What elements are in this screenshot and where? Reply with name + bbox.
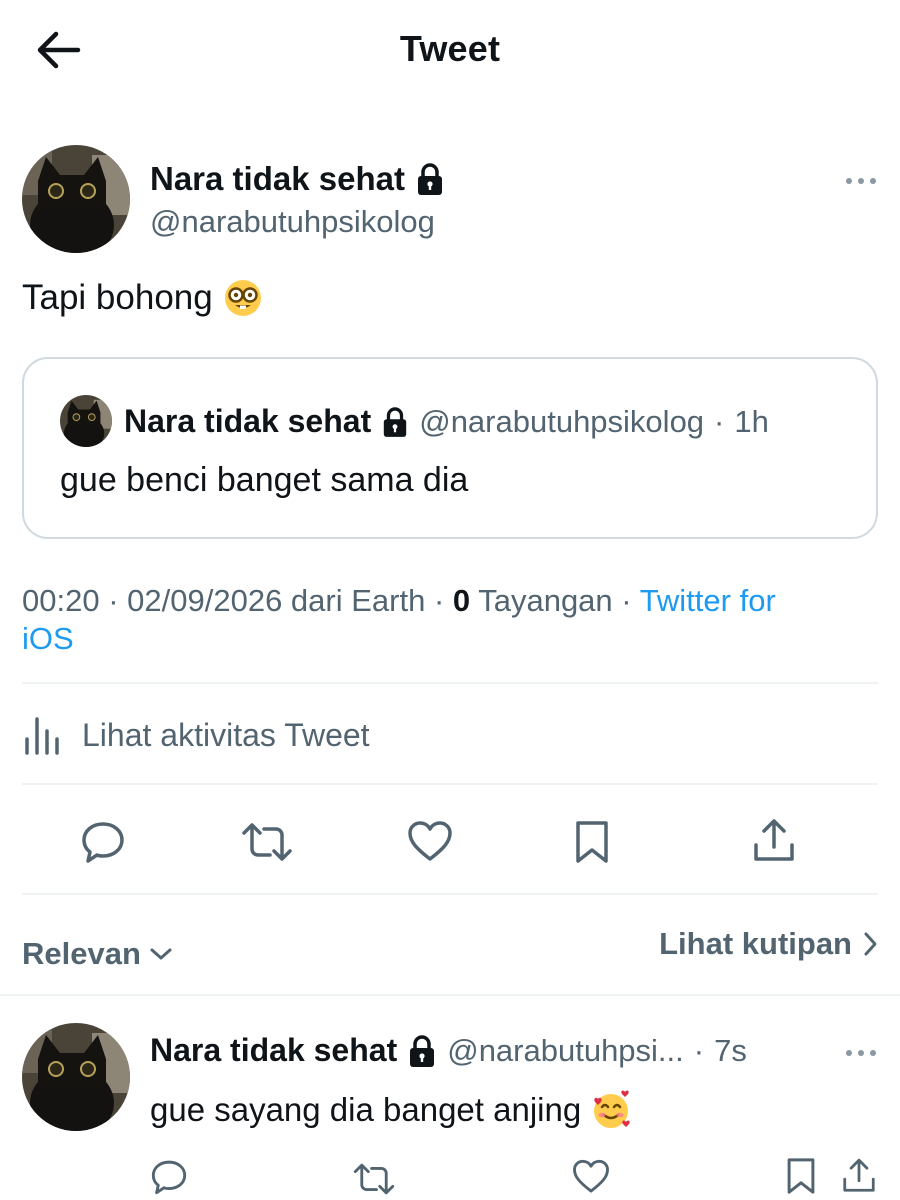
reply-text-content: gue sayang dia banget anjing xyxy=(150,1091,582,1128)
quoted-avatar xyxy=(60,395,112,447)
reply-text: gue sayang dia banget anjing xyxy=(150,1090,631,1130)
reply-time: 7s xyxy=(714,1032,747,1068)
view-quotes-link[interactable]: Lihat kutipan xyxy=(659,926,878,962)
more-horizontal-icon xyxy=(846,178,876,184)
reply-icon[interactable] xyxy=(150,1158,188,1196)
source-line-2: iOS xyxy=(22,621,74,656)
reply-header: Nara tidak sehat @narabutuhpsi... · 7s xyxy=(150,1032,747,1069)
bookmark-icon[interactable] xyxy=(784,1156,818,1196)
chevron-right-icon xyxy=(864,932,877,956)
divider xyxy=(22,682,878,684)
separator-dot: · xyxy=(433,583,445,618)
sort-label: Relevan xyxy=(22,936,141,971)
top-bar: Tweet xyxy=(0,0,900,100)
tweet-date-place: 02/09/2026 dari Earth xyxy=(127,583,426,618)
lock-icon xyxy=(384,406,407,437)
retweet-icon[interactable] xyxy=(240,819,294,865)
tweet-text: Tapi bohong xyxy=(22,278,263,318)
tweet-meta: 00:20 · 02/09/2026 dari Earth · 0 Tayang… xyxy=(22,582,882,658)
author-name-row[interactable]: Nara tidak sehat xyxy=(150,160,445,198)
retweet-icon[interactable] xyxy=(352,1160,396,1198)
separator-dot: · xyxy=(108,583,119,618)
page-title: Tweet xyxy=(399,28,501,69)
reply-actions xyxy=(22,1156,878,1196)
more-horizontal-icon xyxy=(846,1050,876,1056)
reply-more-options-button[interactable] xyxy=(844,1042,878,1064)
tweet-actions xyxy=(22,815,878,865)
share-icon[interactable] xyxy=(750,817,798,865)
tweet-activity-link[interactable]: Lihat aktivitas Tweet xyxy=(22,712,370,758)
quotes-label: Lihat kutipan xyxy=(659,926,852,961)
quoted-tweet-card[interactable]: Nara tidak sehat @narabutuhpsikolog · 1h… xyxy=(22,357,878,539)
share-icon[interactable] xyxy=(840,1156,878,1196)
tweet-time: 00:20 xyxy=(22,583,100,618)
quoted-time: 1h xyxy=(734,403,769,439)
smiling-face-with-hearts-icon xyxy=(594,1090,630,1128)
avatar[interactable] xyxy=(22,145,130,253)
separator-dot: · xyxy=(693,1032,705,1068)
reply-icon[interactable] xyxy=(80,819,126,865)
separator-dot: · xyxy=(621,583,632,618)
quoted-header: Nara tidak sehat @narabutuhpsikolog · 1h xyxy=(124,403,769,440)
divider xyxy=(22,783,878,785)
quoted-author-name: Nara tidak sehat xyxy=(124,403,372,439)
quoted-text: gue benci banget sama dia xyxy=(60,461,469,499)
activity-label: Lihat aktivitas Tweet xyxy=(82,716,370,753)
like-icon[interactable] xyxy=(572,1158,610,1196)
source-line-1: Twitter for xyxy=(639,583,776,618)
divider xyxy=(22,893,878,895)
lock-icon xyxy=(417,163,442,195)
sort-dropdown[interactable]: Relevan xyxy=(22,936,173,972)
author-handle: @narabutuhpsikolog xyxy=(150,204,435,239)
nerd-face-icon xyxy=(224,280,261,316)
reply-avatar[interactable] xyxy=(22,1023,130,1131)
reply-author-name[interactable]: Nara tidak sehat xyxy=(150,1032,397,1069)
tweet-text-content: Tapi bohong xyxy=(22,278,213,317)
chevron-down-icon xyxy=(150,948,172,960)
divider xyxy=(0,994,900,996)
more-options-button[interactable] xyxy=(844,170,878,192)
views-count: 0 xyxy=(452,583,471,618)
bookmark-icon[interactable] xyxy=(572,819,612,865)
views-label: Tayangan xyxy=(478,583,613,618)
analytics-icon xyxy=(25,717,59,755)
separator-dot: · xyxy=(714,403,725,439)
quoted-author-handle: @narabutuhpsikolog xyxy=(419,403,705,439)
author-name: Nara tidak sehat xyxy=(150,160,405,197)
reply-author-handle: @narabutuhpsi... xyxy=(447,1032,684,1068)
lock-icon xyxy=(410,1034,435,1067)
like-icon[interactable] xyxy=(407,819,453,865)
